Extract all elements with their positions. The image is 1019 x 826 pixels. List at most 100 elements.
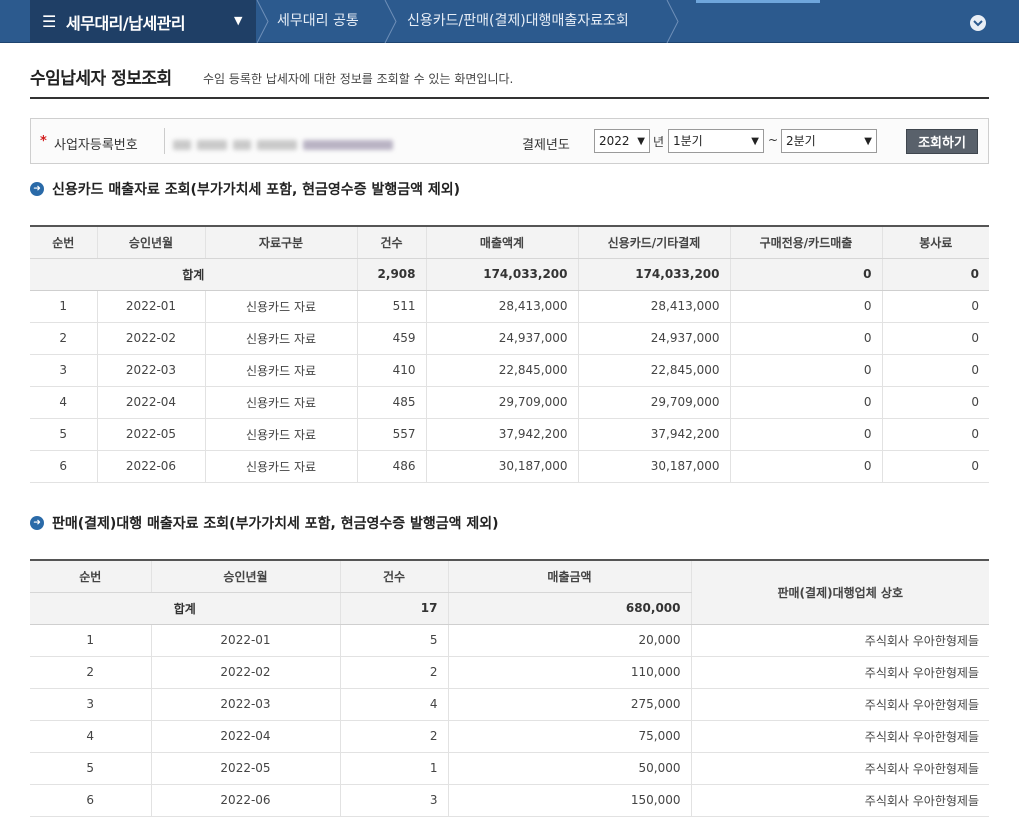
cell-service: 0	[881, 450, 989, 483]
table-header-row: 순번 승인년월 건수 매출금액 판매(결제)대행업체 상호	[30, 560, 989, 625]
cell-month: 2022-01	[150, 624, 340, 657]
agency-sales-table: 순번 승인년월 건수 매출금액 판매(결제)대행업체 상호 합계 17 680,…	[30, 559, 989, 817]
cell-count: 557	[356, 418, 426, 451]
cell-count: 4	[339, 688, 448, 721]
cell-month: 2022-02	[150, 656, 340, 689]
table-row: 1 2022-01 5 20,000 주식회사 우아한형제들	[30, 624, 989, 657]
cell-service: 0	[881, 322, 989, 355]
breadcrumb-item-common[interactable]: 세무대리 공통	[277, 0, 359, 43]
cell-count: 486	[356, 450, 426, 483]
cell-sales: 29,709,000	[425, 386, 578, 419]
col-header: 건수	[339, 560, 448, 593]
nav-accent-bar	[696, 0, 820, 3]
redacted-text	[197, 140, 227, 150]
cell-count: 485	[356, 386, 426, 419]
cell-amount: 150,000	[447, 784, 691, 817]
cell-month: 2022-03	[150, 688, 340, 721]
col-header: 순번	[30, 560, 151, 593]
total-sales: 174,033,200	[425, 258, 578, 291]
table-row: 5 2022-05 신용카드 자료 557 37,942,200 37,942,…	[30, 418, 989, 451]
chevron-down-icon: ▼	[864, 136, 872, 147]
cell-no: 2	[30, 322, 97, 355]
cell-company: 주식회사 우아한형제들	[690, 656, 989, 689]
cell-month: 2022-03	[96, 354, 205, 387]
cell-month: 2022-05	[96, 418, 205, 451]
required-mark: *	[40, 134, 47, 149]
cell-no: 3	[30, 354, 97, 387]
cell-no: 5	[30, 418, 97, 451]
menu-title: 세무대리/납세관리	[66, 13, 186, 33]
search-button[interactable]: 조회하기	[906, 129, 978, 154]
breadcrumb-separator-icon	[256, 0, 270, 43]
total-amount: 680,000	[447, 592, 691, 625]
table-row: 3 2022-03 4 275,000 주식회사 우아한형제들	[30, 688, 989, 721]
card-sales-table: 순번 승인년월 자료구분 건수 매출액계 신용카드/기타결제 구매전용/카드매출…	[30, 225, 989, 483]
cell-type: 신용카드 자료	[204, 386, 357, 419]
redacted-text	[257, 140, 297, 150]
cell-no: 6	[30, 450, 97, 483]
total-count: 17	[339, 592, 448, 625]
cell-no: 1	[30, 624, 151, 657]
total-card: 174,033,200	[577, 258, 730, 291]
caret-down-icon: ▼	[234, 14, 243, 27]
from-quarter-select[interactable]: 1분기 ▼	[668, 129, 764, 153]
breadcrumb-separator-icon	[666, 0, 680, 43]
table-row: 5 2022-05 1 50,000 주식회사 우아한형제들	[30, 752, 989, 785]
cell-amount: 275,000	[447, 688, 691, 721]
col-header: 봉사료	[881, 226, 989, 259]
total-service: 0	[881, 258, 989, 291]
cell-card: 37,942,200	[577, 418, 730, 451]
cell-count: 3	[339, 784, 448, 817]
cell-amount: 75,000	[447, 720, 691, 753]
table-row: 2 2022-02 신용카드 자료 459 24,937,000 24,937,…	[30, 322, 989, 355]
year-label: 결제년도	[522, 138, 570, 153]
cell-month: 2022-04	[150, 720, 340, 753]
cell-amount: 20,000	[447, 624, 691, 657]
year-select[interactable]: 2022 ▼	[594, 129, 650, 153]
cell-count: 459	[356, 322, 426, 355]
cell-purchase: 0	[729, 322, 882, 355]
cell-sales: 37,942,200	[425, 418, 578, 451]
biz-number-label: 사업자등록번호	[54, 138, 138, 153]
agency-section-title: ➜ 판매(결제)대행 매출자료 조회(부가가치세 포함, 현금영수증 발행금액 …	[30, 513, 499, 533]
col-header: 자료구분	[204, 226, 357, 259]
cell-month: 2022-05	[150, 752, 340, 785]
col-header: 구매전용/카드매출	[729, 226, 882, 259]
table-row: 4 2022-04 신용카드 자료 485 29,709,000 29,709,…	[30, 386, 989, 419]
cell-type: 신용카드 자료	[204, 354, 357, 387]
search-panel: * 사업자등록번호 결제년도 2022 ▼ 년 1분기 ▼ ~ 2분기 ▼ 조회하기	[30, 118, 989, 164]
card-section-title: ➜ 신용카드 매출자료 조회(부가가치세 포함, 현금영수증 발행금액 제외)	[30, 179, 460, 199]
cell-month: 2022-01	[96, 290, 205, 323]
hamburger-icon: ☰	[42, 12, 57, 31]
cell-month: 2022-06	[150, 784, 340, 817]
chevron-down-icon[interactable]	[970, 15, 986, 31]
arrow-circle-icon: ➜	[30, 516, 44, 530]
breadcrumb-separator-icon	[384, 0, 398, 43]
cell-card: 22,845,000	[577, 354, 730, 387]
to-quarter-select[interactable]: 2분기 ▼	[781, 129, 877, 153]
cell-company: 주식회사 우아한형제들	[690, 720, 989, 753]
title-divider	[30, 97, 989, 99]
total-purchase: 0	[729, 258, 882, 291]
breadcrumb-item-current[interactable]: 신용카드/판매(결제)대행매출자료조회	[407, 0, 629, 43]
biz-number-field[interactable]	[164, 128, 404, 154]
cell-no: 2	[30, 656, 151, 689]
col-header: 판매(결제)대행업체 상호	[690, 560, 989, 625]
cell-sales: 24,937,000	[425, 322, 578, 355]
total-label: 합계	[30, 592, 340, 625]
cell-no: 6	[30, 784, 151, 817]
cell-type: 신용카드 자료	[204, 418, 357, 451]
cell-service: 0	[881, 354, 989, 387]
table-header-row: 순번 승인년월 자료구분 건수 매출액계 신용카드/기타결제 구매전용/카드매출…	[30, 226, 989, 259]
page-title: 수임납세자 정보조회	[30, 69, 172, 89]
col-header: 신용카드/기타결제	[577, 226, 730, 259]
cell-no: 1	[30, 290, 97, 323]
col-header: 순번	[30, 226, 97, 259]
cell-purchase: 0	[729, 418, 882, 451]
cell-company: 주식회사 우아한형제들	[690, 784, 989, 817]
total-count: 2,908	[356, 258, 426, 291]
main-menu-button[interactable]: ☰ 세무대리/납세관리 ▼	[30, 0, 256, 43]
table-row: 3 2022-03 신용카드 자료 410 22,845,000 22,845,…	[30, 354, 989, 387]
table-row: 2 2022-02 2 110,000 주식회사 우아한형제들	[30, 656, 989, 689]
cell-sales: 30,187,000	[425, 450, 578, 483]
